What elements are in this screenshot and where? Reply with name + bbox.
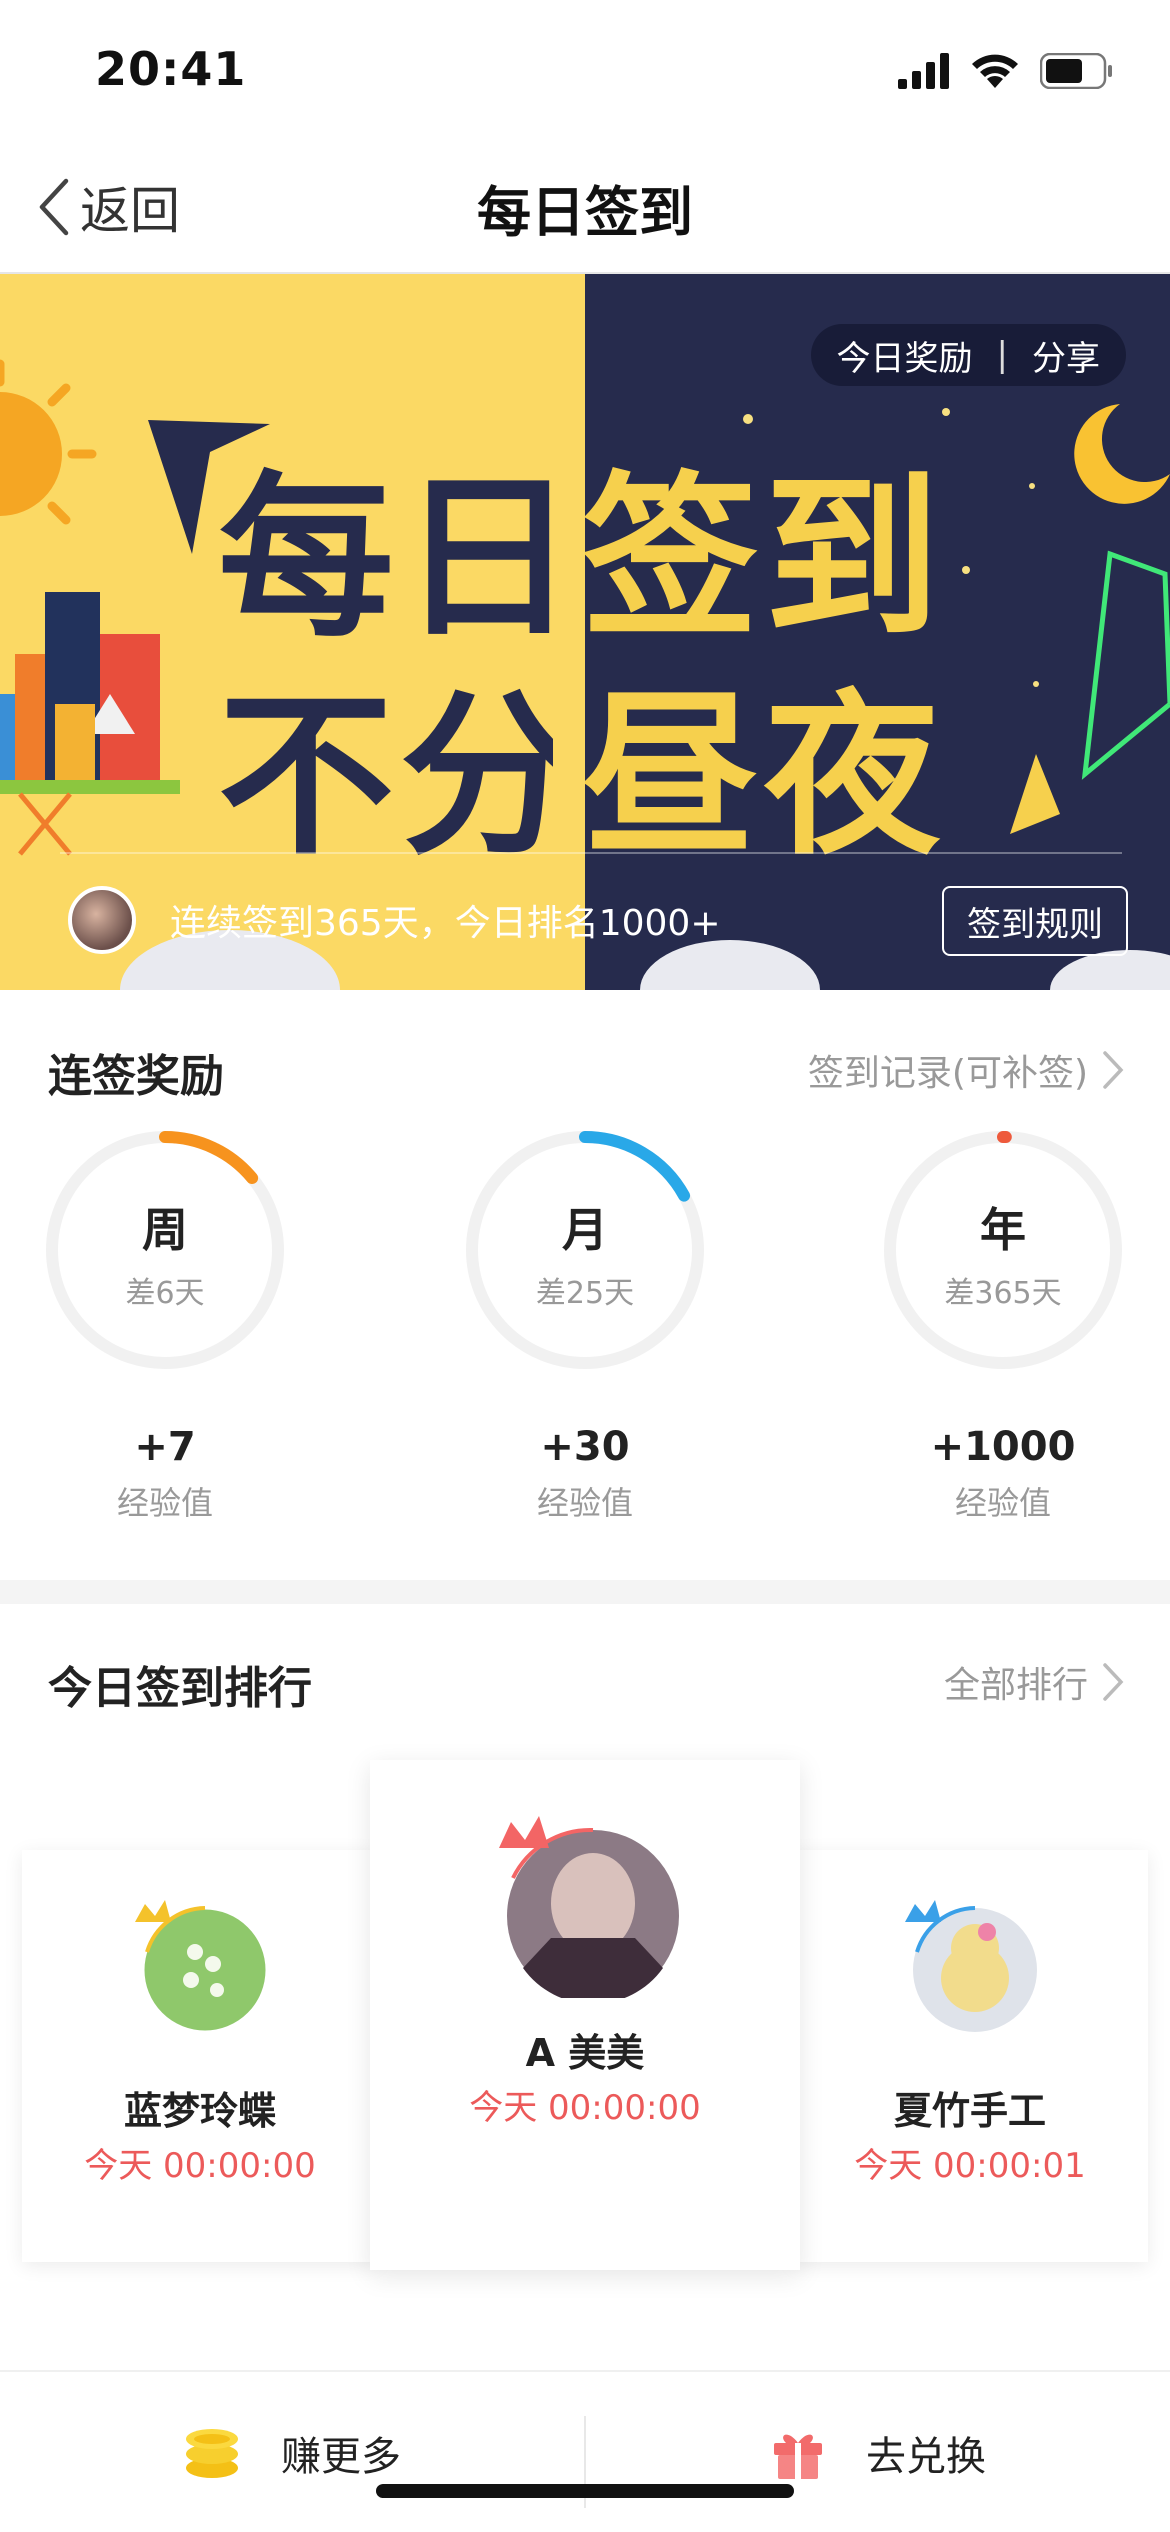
banner-actions: 今日奖励 | 分享 (810, 324, 1126, 386)
reward-bonus: +7 (134, 1424, 196, 1470)
section-divider (0, 1580, 1170, 1604)
redeem-button[interactable]: 去兑换 (586, 2372, 1170, 2532)
sign-in-page: 20:41 返回 每日签到 每日签到 每日签到 不分昼夜 不分昼夜 今日奖励 |… (0, 0, 1170, 2532)
progress-ring: 周 差6天 (45, 1130, 285, 1370)
streak-rewards: 周 差6天 +7 经验值 月 差25天 +30 经验值 年 差365天 +100… (0, 1130, 1170, 1540)
share-link[interactable]: 分享 (1032, 331, 1100, 380)
wifi-icon (972, 54, 1018, 88)
sign-in-records-label: 签到记录(可补签) (807, 1053, 1088, 1094)
ranked-user-name: 蓝梦玲蝶 (123, 2089, 276, 2133)
red-crown-icon (499, 1816, 549, 1848)
streak-rewards-title: 连签奖励 (48, 1051, 224, 1102)
status-icons (898, 52, 1114, 90)
chevron-right-icon (1103, 1663, 1124, 1701)
all-rankings-link[interactable]: 全部排行 (944, 1656, 1124, 1708)
today-reward-link[interactable]: 今日奖励 (837, 331, 973, 380)
home-indicator[interactable] (376, 2484, 794, 2498)
gift-icon (774, 2434, 822, 2479)
reward-month: 月 差25天 +30 经验值 (455, 1130, 715, 1524)
navigation-bar: 返回 每日签到 (0, 140, 1170, 274)
avatar-with-crown (905, 1900, 1037, 2032)
avatar (68, 886, 136, 954)
redeem-label: 去兑换 (866, 2434, 986, 2480)
progress-ring: 年 差365天 (883, 1130, 1123, 1370)
progress-ring: 月 差25天 (465, 1130, 705, 1370)
coins-icon (186, 2429, 238, 2478)
reward-year: 年 差365天 +1000 经验值 (873, 1130, 1133, 1524)
blue-crown-icon (905, 1900, 941, 1922)
sign-in-banner: 每日签到 每日签到 不分昼夜 不分昼夜 今日奖励 | 分享 连续签到365天，今… (0, 274, 1170, 990)
streak-status-text: 连续签到365天，今日排名1000+ (170, 903, 721, 944)
reward-period-label: 周 (142, 1203, 188, 1257)
page-title: 每日签到 (477, 181, 693, 244)
reward-bonus: +30 (540, 1424, 630, 1470)
daily-ranking-title: 今日签到排行 (48, 1663, 312, 1714)
ranked-avatar (125, 1892, 275, 2034)
sign-in-time: 今天 00:00:01 (854, 2146, 1086, 2186)
banner-headline: 每日签到 每日签到 不分昼夜 不分昼夜 (218, 459, 978, 877)
ranking-card-center[interactable]: A 美美 今天 00:00:00 (370, 1760, 800, 2270)
ranked-avatar (895, 1892, 1045, 2032)
reward-unit: 经验值 (116, 1484, 213, 1522)
bottom-action-bar: 赚更多 去兑换 (0, 2370, 1170, 2532)
moon-icon (1074, 404, 1170, 504)
ranking-card-right[interactable]: 夏竹手工 今天 00:00:01 (792, 1850, 1148, 2262)
reward-bonus: +1000 (930, 1424, 1076, 1470)
days-remaining: 差6天 (125, 1276, 205, 1311)
earn-more-label: 赚更多 (281, 2434, 401, 2480)
reward-unit: 经验值 (954, 1484, 1051, 1522)
sign-in-rules-button[interactable]: 签到规则 (942, 886, 1128, 956)
all-rankings-label: 全部排行 (943, 1665, 1088, 1706)
status-time: 20:41 (95, 42, 247, 96)
sign-in-records-link[interactable]: 签到记录(可补签) (808, 1044, 1124, 1096)
banner-divider-line (60, 852, 1122, 854)
days-remaining: 差365天 (944, 1276, 1062, 1311)
sign-in-time: 今天 00:00:00 (469, 2088, 701, 2128)
reward-unit: 经验值 (536, 1484, 633, 1522)
earn-more-button[interactable]: 赚更多 (0, 2372, 584, 2532)
avatar-with-crown (499, 1816, 679, 2005)
battery-icon (1040, 53, 1112, 89)
ranked-user-name: 夏竹手工 (893, 2089, 1046, 2133)
separator: | (996, 335, 1008, 375)
ranked-user-name: A 美美 (525, 2031, 645, 2075)
city-illustration (0, 592, 180, 856)
gold-crown-icon (135, 1900, 171, 1922)
days-remaining: 差25天 (535, 1276, 635, 1311)
ranked-avatar (485, 1808, 685, 2005)
sun-icon (0, 359, 97, 525)
chevron-right-icon (1103, 1051, 1124, 1089)
ranking-card-left[interactable]: 蓝梦玲蝶 今天 00:00:00 (22, 1850, 378, 2262)
reward-week: 周 差6天 +7 经验值 (35, 1130, 295, 1524)
sign-in-time: 今天 00:00:00 (84, 2146, 316, 2186)
reward-period-label: 月 (562, 1203, 608, 1257)
neon-sign (1081, 550, 1170, 780)
status-bar: 20:41 (0, 0, 1170, 140)
reward-period-label: 年 (980, 1203, 1026, 1257)
ranking-podium: 蓝梦玲蝶 今天 00:00:00 A 美美 今天 00:00:00 夏竹手工 今… (0, 1750, 1170, 2270)
cellular-signal-icon (898, 53, 949, 89)
avatar-with-crown (135, 1900, 269, 2034)
